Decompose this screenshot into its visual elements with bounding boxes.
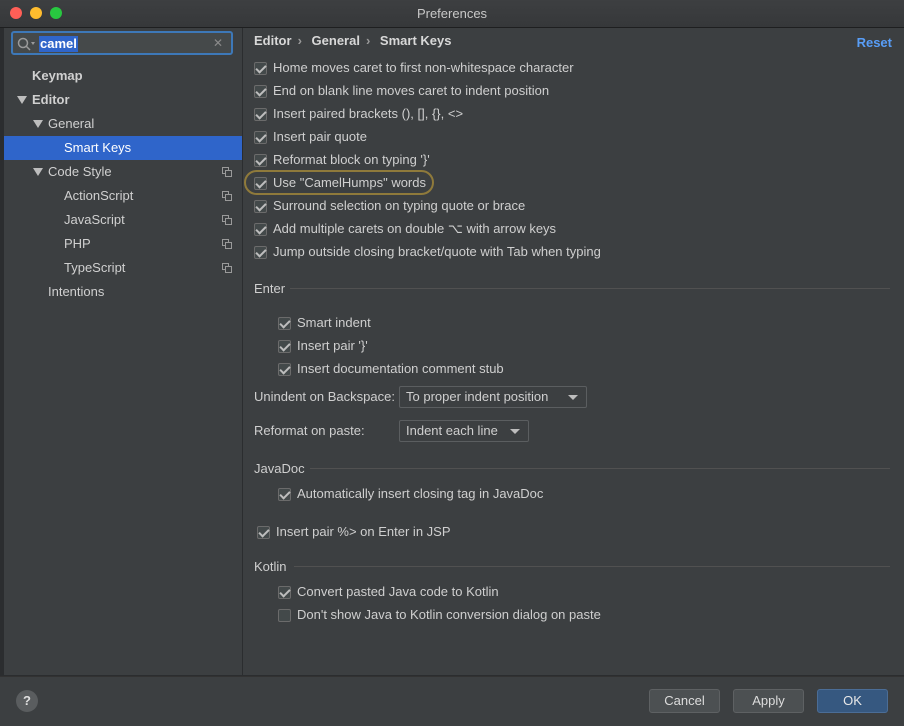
option-label: Automatically insert closing tag in Java… (297, 486, 544, 501)
copy-scope-icon (222, 239, 232, 249)
option-label: Insert pair quote (273, 129, 367, 144)
option-label: Insert pair '}' (297, 338, 368, 353)
sidebar-item-typescript[interactable]: TypeScript (64, 256, 125, 280)
option-label: Insert documentation comment stub (297, 361, 504, 376)
option-checkbox[interactable] (254, 85, 267, 98)
sidebar-item-general[interactable]: General (48, 112, 94, 136)
option-checkbox[interactable] (278, 363, 291, 376)
sidebar-item-keymap[interactable]: Keymap (32, 64, 83, 88)
jsp-checkbox[interactable] (257, 526, 270, 539)
sidebar-item-code-style[interactable]: Code Style (48, 160, 112, 184)
search-value: camel (39, 36, 78, 52)
option-checkbox[interactable] (254, 223, 267, 236)
unindent-select-value: To proper indent position (406, 389, 549, 404)
breadcrumb-smart-keys: Smart Keys (379, 33, 452, 48)
cancel-button[interactable]: Cancel (649, 689, 720, 713)
search-input[interactable]: camel ✕ (11, 31, 233, 55)
reset-link[interactable]: Reset (857, 35, 892, 50)
option-checkbox[interactable] (254, 200, 267, 213)
option-label: Home moves caret to first non-whitespace… (273, 60, 574, 75)
expand-general-icon[interactable] (33, 120, 43, 128)
sidebar-item-javascript[interactable]: JavaScript (64, 208, 125, 232)
option-checkbox[interactable] (254, 62, 267, 75)
help-button[interactable]: ? (16, 690, 38, 712)
breadcrumb-separator: › (297, 33, 302, 48)
option-label: End on blank line moves caret to indent … (273, 83, 550, 98)
breadcrumb-general[interactable]: General (312, 33, 360, 48)
ok-button[interactable]: OK (817, 689, 888, 713)
javadoc-section-title: JavaDoc (254, 461, 305, 476)
option-checkbox[interactable] (278, 317, 291, 330)
option-label: Insert paired brackets (), [], {}, <> (273, 106, 464, 121)
enter-section-title: Enter (254, 281, 286, 296)
option-label: Convert pasted Java code to Kotlin (297, 584, 499, 599)
camelhumps-label: Use "CamelHumps" words (273, 175, 426, 190)
expand-code-style-icon[interactable] (33, 168, 43, 176)
reformat-select-value: Indent each line (406, 423, 498, 438)
option-label: Jump outside closing bracket/quote with … (273, 244, 601, 259)
option-label: Don't show Java to Kotlin conversion dia… (297, 607, 601, 622)
apply-button[interactable]: Apply (733, 689, 804, 713)
copy-scope-icon (222, 263, 232, 273)
sidebar-item-editor[interactable]: Editor (32, 88, 70, 112)
section-divider (294, 566, 890, 567)
search-icon (17, 37, 35, 51)
option-label: Add multiple carets on double ⌥ with arr… (273, 221, 557, 236)
sidebar-item-php[interactable]: PHP (64, 232, 91, 256)
section-divider (290, 288, 890, 289)
section-divider (310, 468, 890, 469)
sidebar-item-actionscript[interactable]: ActionScript (64, 184, 133, 208)
unindent-select[interactable]: To proper indent position (399, 386, 587, 408)
option-checkbox[interactable] (278, 488, 291, 501)
reformat-on-paste-select[interactable]: Indent each line (399, 420, 529, 442)
sidebar-item-intentions[interactable]: Intentions (48, 280, 104, 304)
clear-search-icon[interactable]: ✕ (213, 36, 223, 50)
copy-scope-icon (222, 167, 232, 177)
copy-scope-icon (222, 191, 232, 201)
breadcrumb-separator: › (365, 33, 371, 48)
option-checkbox[interactable] (254, 246, 267, 259)
breadcrumb-editor[interactable]: Editor (254, 33, 292, 48)
option-label: Reformat block on typing '}' (273, 152, 430, 167)
option-label: Smart indent (297, 315, 371, 330)
option-checkbox[interactable] (278, 609, 291, 622)
option-checkbox[interactable] (254, 108, 267, 121)
window-title: Preferences (416, 6, 488, 21)
copy-scope-icon (222, 215, 232, 225)
unindent-label: Unindent on Backspace: (254, 389, 395, 404)
chevron-down-icon (568, 395, 578, 400)
option-checkbox[interactable] (254, 131, 267, 144)
jsp-label: Insert pair %> on Enter in JSP (276, 524, 451, 539)
option-checkbox[interactable] (278, 586, 291, 599)
option-checkbox[interactable] (278, 340, 291, 353)
option-checkbox[interactable] (254, 154, 267, 167)
sidebar-item-smart-keys[interactable]: Smart Keys (64, 136, 131, 160)
kotlin-section-title: Kotlin (254, 559, 287, 574)
reformat-on-paste-label: Reformat on paste: (254, 423, 365, 438)
chevron-down-icon (510, 429, 520, 434)
camelhumps-checkbox[interactable] (254, 177, 267, 190)
breadcrumb: Editor › General › Smart Keys (254, 33, 457, 48)
option-label: Surround selection on typing quote or br… (273, 198, 526, 213)
expand-editor-icon[interactable] (17, 96, 27, 104)
